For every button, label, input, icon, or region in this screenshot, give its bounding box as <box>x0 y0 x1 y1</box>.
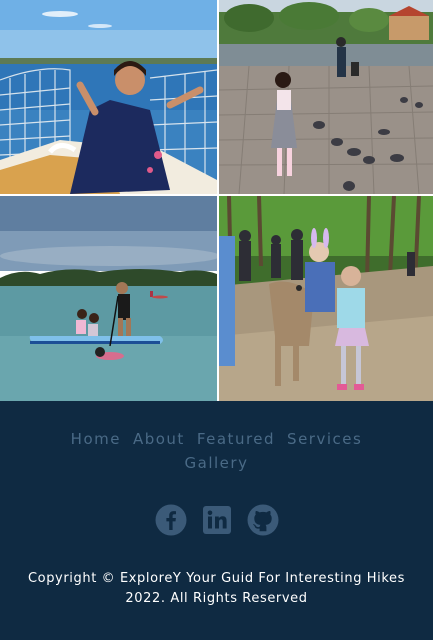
copyright-text: Copyright © ExploreY Your Guid For Inter… <box>27 571 406 606</box>
nav-link-services[interactable]: Services <box>287 427 362 451</box>
nav-link-featured[interactable]: Featured <box>197 427 275 451</box>
girl-on-sailboat-photo <box>0 0 217 194</box>
linkedin-icon[interactable] <box>201 504 233 536</box>
paddleboard-lake-photo <box>0 196 217 401</box>
github-icon[interactable] <box>247 504 279 536</box>
facebook-icon[interactable] <box>155 504 187 536</box>
nav-link-home[interactable]: Home <box>71 427 121 451</box>
footer-nav: Home About Featured Services Gallery <box>40 427 393 475</box>
girl-with-pigeons-photo <box>219 0 433 194</box>
social-links <box>0 504 433 536</box>
nav-link-gallery[interactable]: Gallery <box>185 451 249 475</box>
girls-with-deer-photo <box>219 196 433 401</box>
site-footer: Home About Featured Services Gallery Copyr <box>0 401 433 640</box>
photo-gallery <box>0 0 433 401</box>
nav-link-about[interactable]: About <box>133 427 185 451</box>
